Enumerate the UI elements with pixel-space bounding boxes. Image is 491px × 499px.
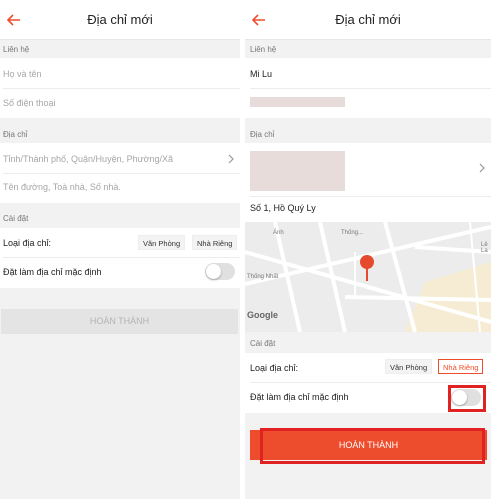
google-logo: Google <box>247 310 278 320</box>
divider <box>3 257 240 258</box>
page-title: Địa chỉ mới <box>87 12 153 27</box>
divider <box>250 196 491 197</box>
page-title: Địa chỉ mới <box>335 12 401 27</box>
office-type-chip[interactable]: Văn Phòng <box>138 235 186 250</box>
divider <box>3 173 240 174</box>
location-pin-icon <box>360 255 374 281</box>
full-name-input[interactable]: Họ và tên <box>3 69 42 79</box>
chevron-right-icon[interactable] <box>478 163 486 173</box>
street-input[interactable]: Tên đường, Toà nhà, Số nhà. <box>3 182 121 192</box>
section-label-settings: Cài đặt <box>250 339 276 348</box>
street-input[interactable]: Số 1, Hồ Quý Ly <box>250 203 316 213</box>
settings-card: Loại địa chỉ: Văn Phòng Nhà Riêng Đặt là… <box>0 228 240 288</box>
address-type-label: Loại địa chỉ: <box>250 363 299 373</box>
full-name-input[interactable]: Mi Lu <box>250 69 272 79</box>
new-address-screen-empty: Địa chỉ mới Liên hệ Họ và tên Số điện th… <box>0 0 240 499</box>
contact-card: Họ và tên Số điện thoại <box>0 58 240 118</box>
app-bar: Địa chỉ mới <box>245 0 491 40</box>
home-type-chip-selected[interactable]: Nhà Riêng <box>438 359 484 374</box>
phone-input[interactable]: Số điện thoại <box>3 98 56 108</box>
map-label: Thống Nhất <box>247 274 279 280</box>
submit-button-disabled[interactable]: HOÀN THÀNH <box>1 309 238 334</box>
divider <box>250 88 491 89</box>
home-type-chip[interactable]: Nhà Riêng <box>192 235 238 250</box>
map-label: Ánh <box>273 230 284 236</box>
toggle-knob <box>206 264 221 279</box>
section-label-address: Địa chỉ <box>3 130 28 139</box>
address-card: Tỉnh/Thành phố, Quận/Huyện, Phường/Xã Tê… <box>0 143 240 203</box>
app-bar: Địa chỉ mới <box>0 0 240 40</box>
divider <box>3 88 240 89</box>
divider <box>250 382 491 383</box>
chevron-right-icon[interactable] <box>227 154 235 164</box>
section-label-settings: Cài đặt <box>3 214 29 223</box>
contact-card: Mi Lu <box>245 58 491 118</box>
map-label: Thống... <box>341 230 364 236</box>
section-label-address: Địa chỉ <box>250 130 275 139</box>
address-card: Số 1, Hồ Quý Ly <box>245 143 491 223</box>
section-label-contact: Liên hệ <box>250 45 277 54</box>
phone-redacted[interactable] <box>250 97 345 107</box>
default-address-label: Đặt làm địa chỉ mặc định <box>250 392 349 402</box>
address-type-label: Loại địa chỉ: <box>3 238 52 248</box>
submit-highlight-box <box>260 428 485 464</box>
new-address-screen-filled: Địa chỉ mới Liên hệ Mi Lu Địa chỉ Số 1, … <box>245 0 491 499</box>
default-address-toggle[interactable] <box>205 263 235 280</box>
location-map[interactable]: Thống... Thống Nhất Lê La Ánh Google <box>245 222 491 332</box>
region-select[interactable]: Tỉnh/Thành phố, Quận/Huyện, Phường/Xã <box>3 154 173 164</box>
default-address-label: Đặt làm địa chỉ mặc định <box>3 267 102 277</box>
toggle-highlight-box <box>448 385 486 412</box>
office-type-chip[interactable]: Văn Phòng <box>385 359 433 374</box>
section-label-contact: Liên hệ <box>3 45 30 54</box>
region-redacted[interactable] <box>250 151 345 191</box>
map-label: Lê La <box>481 242 488 254</box>
